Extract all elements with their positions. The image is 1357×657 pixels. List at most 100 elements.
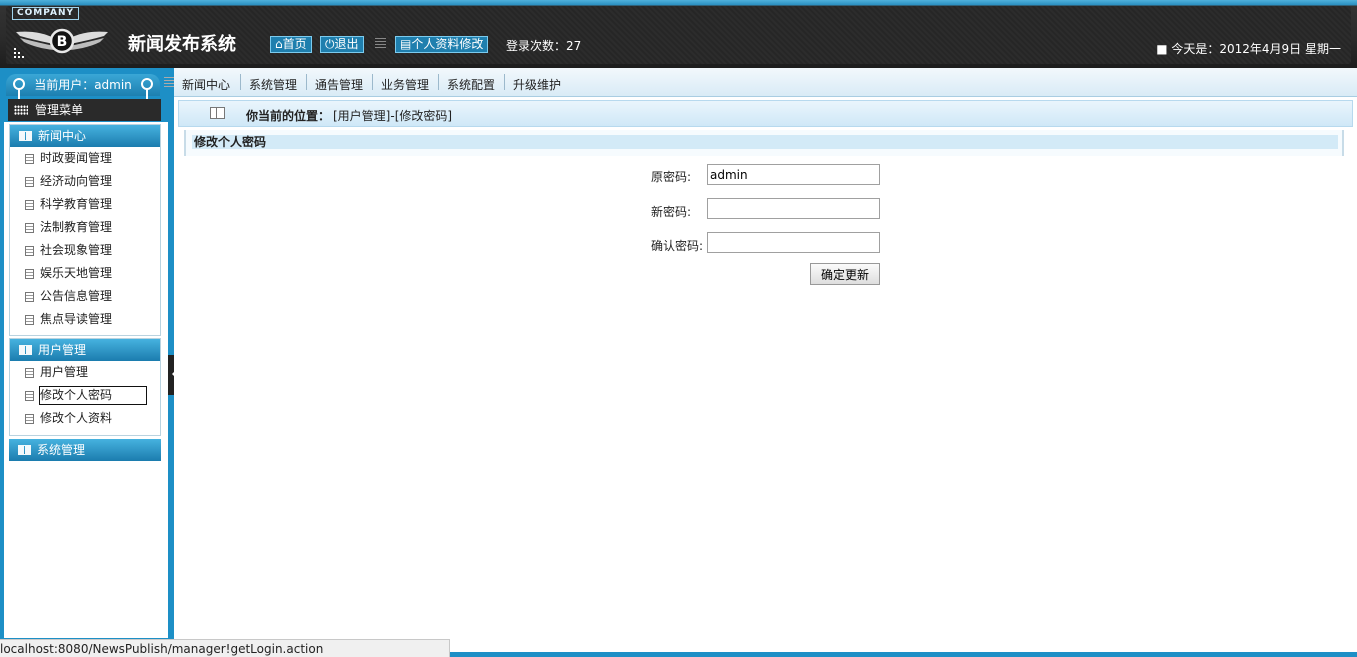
menu-title: 管理菜单	[8, 99, 161, 121]
logout-button-label: 退出	[334, 37, 359, 51]
edit-profile-button[interactable]: ▤个人资料修改	[395, 36, 489, 53]
current-user-label: 当前用户：admin	[34, 78, 132, 92]
edit-profile-label: 个人资料修改	[411, 37, 484, 51]
nav-item-notices[interactable]: 通告管理	[315, 76, 363, 93]
main-content: 你当前的位置： [用户管理]-[修改密码] 修改个人密码 原密码: 新密码: 确…	[174, 97, 1357, 653]
nav-separator	[372, 74, 373, 90]
submit-button[interactable]: 确定更新	[810, 263, 880, 285]
menu-item-label: 公告信息管理	[40, 289, 113, 303]
nav-separator	[240, 74, 241, 90]
current-user-bar: 当前用户：admin	[6, 74, 160, 105]
section-title: 修改个人密码	[192, 135, 1338, 149]
menu-item[interactable]: 娱乐天地管理	[10, 262, 160, 285]
breadcrumb: 你当前的位置： [用户管理]-[修改密码]	[178, 100, 1353, 127]
section-header: 修改个人密码	[184, 130, 1344, 156]
menu-item[interactable]: 焦点导读管理	[10, 308, 160, 331]
browser-status-bar: localhost:8080/NewsPublish/manager!getLo…	[0, 639, 450, 657]
company-badge: COMPANY	[12, 7, 79, 20]
document-icon	[25, 154, 34, 164]
menu-item[interactable]: 社会现象管理	[10, 239, 160, 262]
nav-separator	[504, 74, 505, 90]
book-icon	[18, 445, 31, 455]
menu-item-label: 经济动向管理	[40, 174, 113, 188]
confirm-password-input[interactable]	[707, 232, 880, 253]
nav-item-business[interactable]: 业务管理	[381, 76, 429, 93]
document-icon	[25, 223, 34, 233]
menu-group-title: 用户管理	[38, 343, 87, 357]
nav-item-upgrade[interactable]: 升级维护	[513, 76, 561, 93]
app-title: 新闻发布系统	[128, 34, 236, 55]
nav-item-news-center[interactable]: 新闻中心	[182, 76, 230, 93]
menu-item-label: 用户管理	[40, 365, 89, 379]
menu-item-label: 焦点导读管理	[40, 312, 113, 326]
confirm-password-label: 确认密码:	[651, 239, 704, 253]
old-password-input[interactable]	[707, 164, 880, 185]
menu-item[interactable]: 用户管理	[10, 361, 160, 384]
menu-item[interactable]: 修改个人资料	[10, 407, 160, 430]
winged-b-logo-icon: B	[16, 28, 108, 54]
menu-group-header[interactable]: 新闻中心	[10, 125, 160, 147]
nav-separator	[306, 74, 307, 90]
document-icon	[25, 391, 34, 401]
menu-group-news-center: 新闻中心 时政要闻管理 经济动向管理 科学教育管理 法制教育管理 社会现象管理 …	[9, 124, 161, 336]
menu-item-label: 法制教育管理	[40, 220, 113, 234]
svg-text:B: B	[57, 34, 68, 50]
menu-item-label: 科学教育管理	[40, 197, 113, 211]
menu-item-label: 娱乐天地管理	[40, 266, 113, 280]
document-icon	[25, 246, 34, 256]
menu-group-title: 新闻中心	[38, 129, 87, 143]
logout-button[interactable]: ⏻退出	[320, 36, 364, 53]
menu-group-header[interactable]: 用户管理	[10, 339, 160, 361]
document-icon: ▤	[400, 37, 412, 51]
breadcrumb-path: [用户管理]-[修改密码]	[333, 109, 453, 123]
top-nav: 新闻中心 系统管理 通告管理 业务管理 系统配置 升级维护	[174, 68, 1357, 97]
document-icon	[25, 177, 34, 187]
login-count: 登录次数：27	[506, 39, 582, 53]
menu-title-label: 管理菜单	[35, 103, 84, 117]
ring-icon	[13, 78, 25, 105]
ring-icon	[141, 78, 153, 105]
home-icon: ⌂	[275, 37, 283, 51]
document-icon	[25, 368, 34, 378]
book-icon	[19, 345, 32, 355]
window-icon	[210, 107, 225, 119]
menu-item[interactable]: 公告信息管理	[10, 285, 160, 308]
bottom-border	[450, 652, 1357, 657]
breadcrumb-label: 你当前的位置：	[246, 109, 331, 123]
menu-item-label: 社会现象管理	[40, 243, 113, 257]
menu-item-label: 时政要闻管理	[40, 151, 113, 165]
nav-item-system-config[interactable]: 系统配置	[447, 76, 495, 93]
today-date: ■ 今天是：2012年4月9日 星期一	[1156, 42, 1341, 56]
signal-dots-icon	[14, 48, 24, 58]
menu-group-user-management: 用户管理 用户管理 修改个人密码 修改个人资料	[9, 338, 161, 436]
document-icon	[25, 315, 34, 325]
document-icon	[25, 292, 34, 302]
new-password-label: 新密码:	[651, 205, 692, 219]
menu-item-label: 修改个人密码	[39, 386, 147, 405]
book-icon	[19, 131, 32, 141]
nav-grip-icon	[164, 77, 174, 89]
menu-item[interactable]: 科学教育管理	[10, 193, 160, 216]
nav-item-system-management[interactable]: 系统管理	[249, 76, 297, 93]
menu-item[interactable]: 法制教育管理	[10, 216, 160, 239]
menu-group-system-management: 系统管理	[9, 439, 161, 461]
sidebar: 当前用户：admin 管理菜单 新闻中心 时政要闻管理 经济动向管理 科学教育管…	[0, 68, 174, 657]
grid-icon	[14, 105, 28, 115]
document-icon	[25, 414, 34, 424]
document-icon	[25, 269, 34, 279]
new-password-input[interactable]	[707, 198, 880, 219]
menu-group-header[interactable]: 系统管理	[9, 439, 161, 461]
home-button-label: 首页	[282, 37, 307, 51]
power-icon: ⏻	[325, 37, 335, 51]
home-button[interactable]: ⌂首页	[270, 36, 312, 53]
menu-group-title: 系统管理	[37, 443, 86, 457]
menu-item-active[interactable]: 修改个人密码	[10, 384, 160, 407]
menu-item[interactable]: 经济动向管理	[10, 170, 160, 193]
menu-item-label: 修改个人资料	[40, 411, 113, 425]
header-separator	[375, 38, 386, 49]
document-icon	[25, 200, 34, 210]
menu-item[interactable]: 时政要闻管理	[10, 147, 160, 170]
header-bar: COMPANY B 新闻发布系统 ⌂首页 ⏻退出 ▤个人资料修改 登录次数：27…	[0, 0, 1357, 68]
nav-separator	[438, 74, 439, 90]
old-password-label: 原密码:	[651, 170, 692, 184]
